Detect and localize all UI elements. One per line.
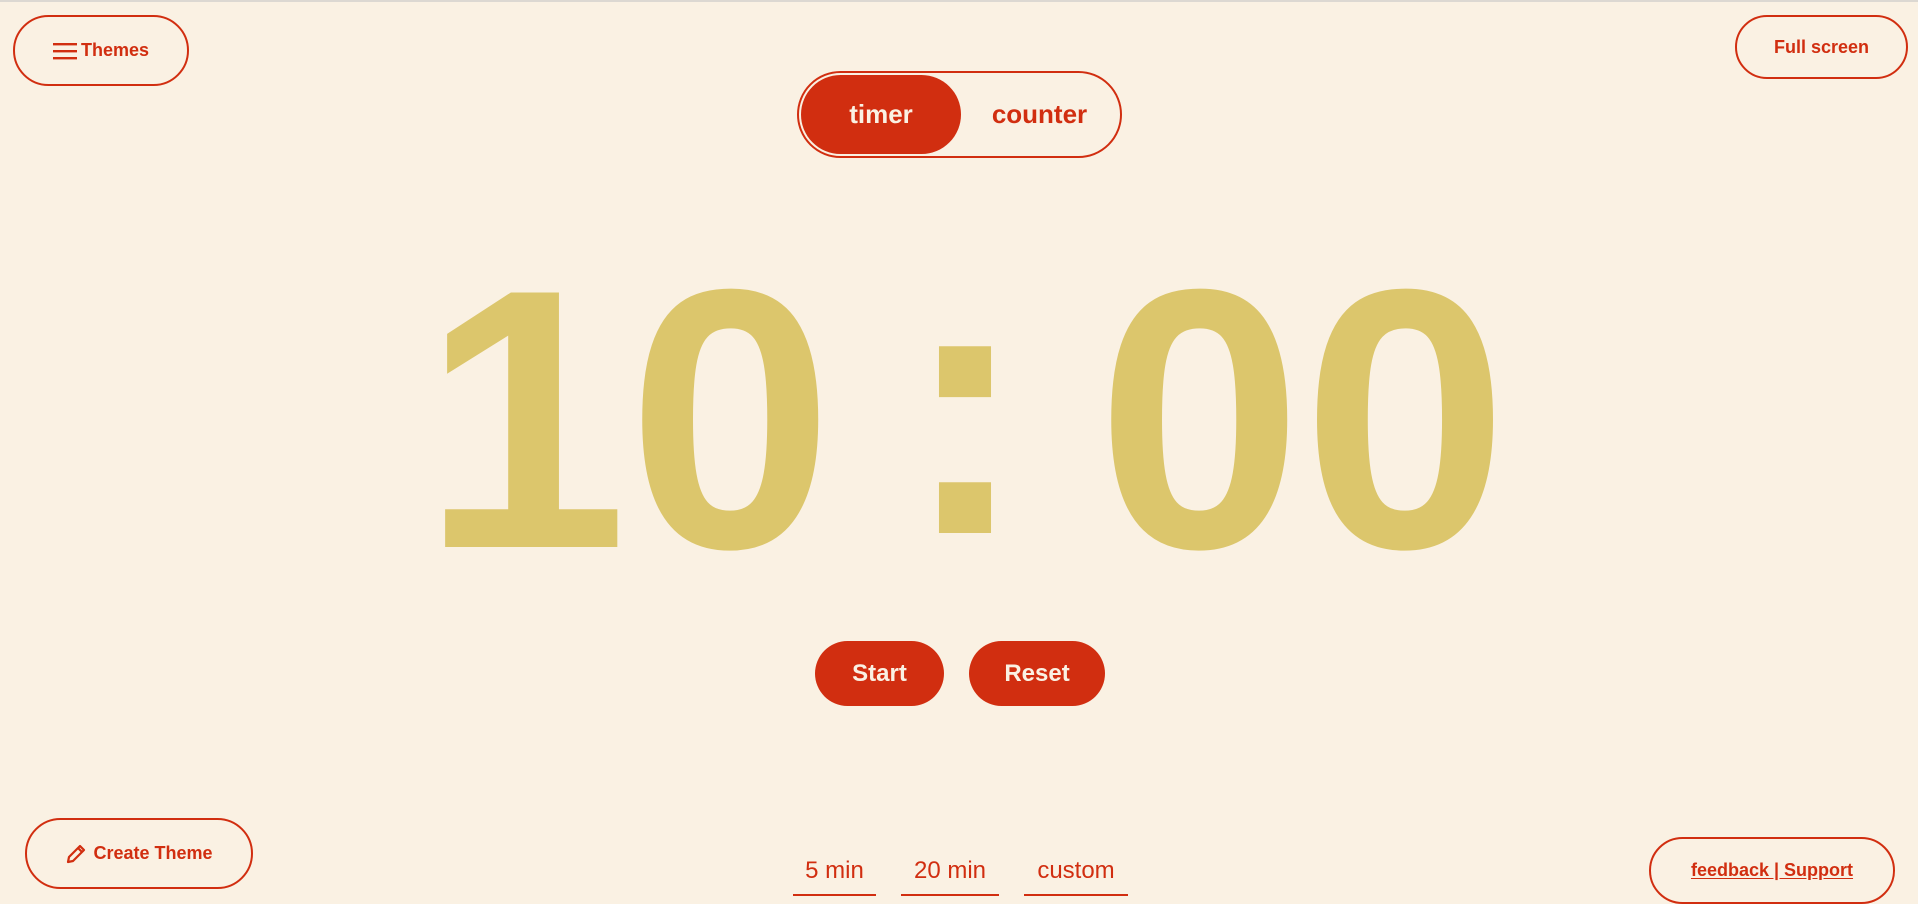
menu-icon — [52, 42, 77, 60]
pencil-icon — [65, 843, 87, 865]
timer-seconds: 00 — [1096, 213, 1509, 626]
preset-20-min[interactable]: 20 min — [901, 848, 999, 896]
tab-timer[interactable]: timer — [801, 75, 961, 154]
tab-counter[interactable]: counter — [961, 75, 1118, 154]
reset-button[interactable]: Reset — [969, 641, 1105, 706]
feedback-support-link[interactable]: feedback | Support — [1649, 837, 1895, 904]
preset-5-min-label: 5 min — [805, 857, 864, 884]
timer-display: 10 : 00 — [422, 221, 1508, 605]
tab-counter-label: counter — [991, 99, 1088, 129]
fullscreen-button[interactable]: Full screen — [1735, 15, 1908, 79]
preset-20-min-label: 20 min — [913, 857, 987, 884]
themes-label: Themes — [80, 40, 150, 60]
start-button[interactable]: Start — [815, 641, 944, 706]
feedback-support-label: feedback | Support — [1690, 860, 1854, 880]
preset-custom-label: custom — [1037, 857, 1115, 884]
mode-toggle: timer counter — [797, 71, 1122, 158]
preset-5-min[interactable]: 5 min — [793, 848, 876, 896]
top-border — [0, 0, 1918, 2]
fullscreen-label: Full screen — [1773, 36, 1870, 57]
preset-custom[interactable]: custom — [1024, 848, 1128, 896]
timer-minutes: 10 — [421, 213, 834, 626]
create-theme-button[interactable]: Create Theme — [25, 818, 253, 889]
reset-label: Reset — [1004, 659, 1070, 687]
create-theme-label: Create Theme — [93, 843, 213, 863]
start-label: Start — [852, 659, 907, 687]
themes-button[interactable]: Themes — [13, 15, 189, 86]
tab-timer-label: timer — [849, 99, 913, 129]
timer-separator: : — [903, 199, 1027, 612]
